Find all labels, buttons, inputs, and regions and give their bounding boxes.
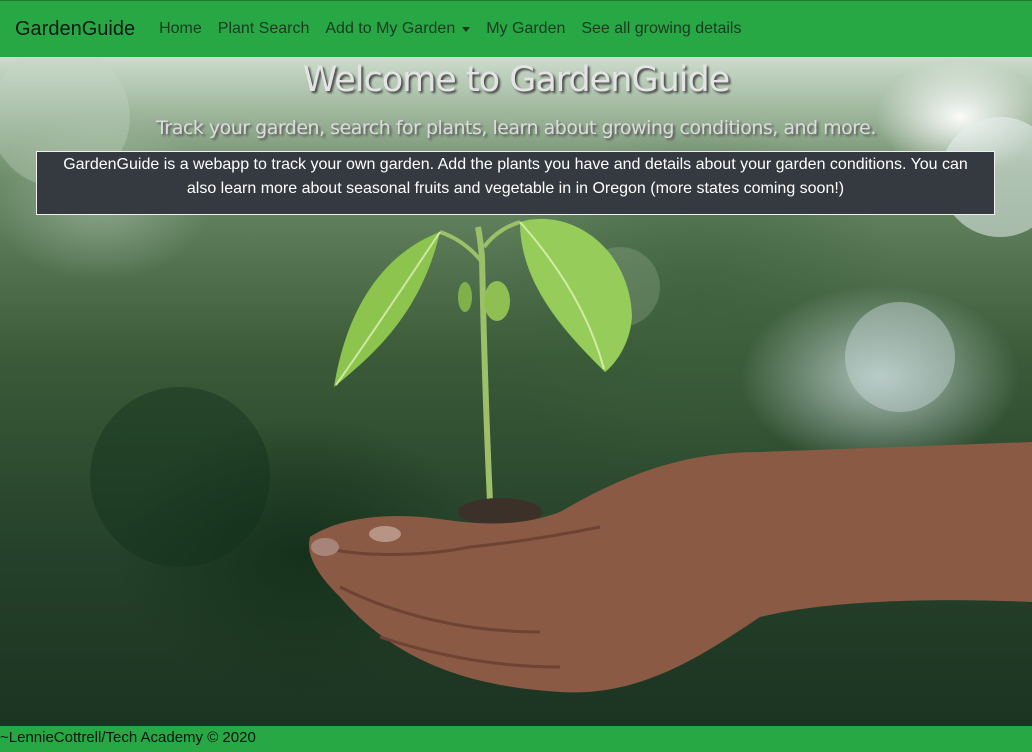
nav-add-to-garden-label: Add to My Garden — [325, 20, 456, 37]
top-navbar: GardenGuide Home Plant Search Add to My … — [0, 0, 1032, 57]
nav-my-garden-link[interactable]: My Garden — [486, 20, 565, 38]
nav-add-to-garden-dropdown[interactable]: Add to My Garden — [325, 20, 471, 38]
nav-home-link[interactable]: Home — [159, 20, 202, 38]
footer: ~LennieCottrell/Tech Academy © 2020 — [0, 726, 1032, 752]
brand-link[interactable]: GardenGuide — [15, 18, 135, 41]
caret-down-icon — [462, 26, 471, 32]
nav-plant-search-link[interactable]: Plant Search — [218, 20, 310, 38]
intro-box: GardenGuide is a webapp to track your ow… — [36, 151, 995, 215]
nav-growing-details-link[interactable]: See all growing details — [581, 20, 741, 38]
page-subtitle: Track your garden, search for plants, le… — [156, 117, 876, 139]
page-title: Welcome to GardenGuide — [302, 60, 731, 100]
